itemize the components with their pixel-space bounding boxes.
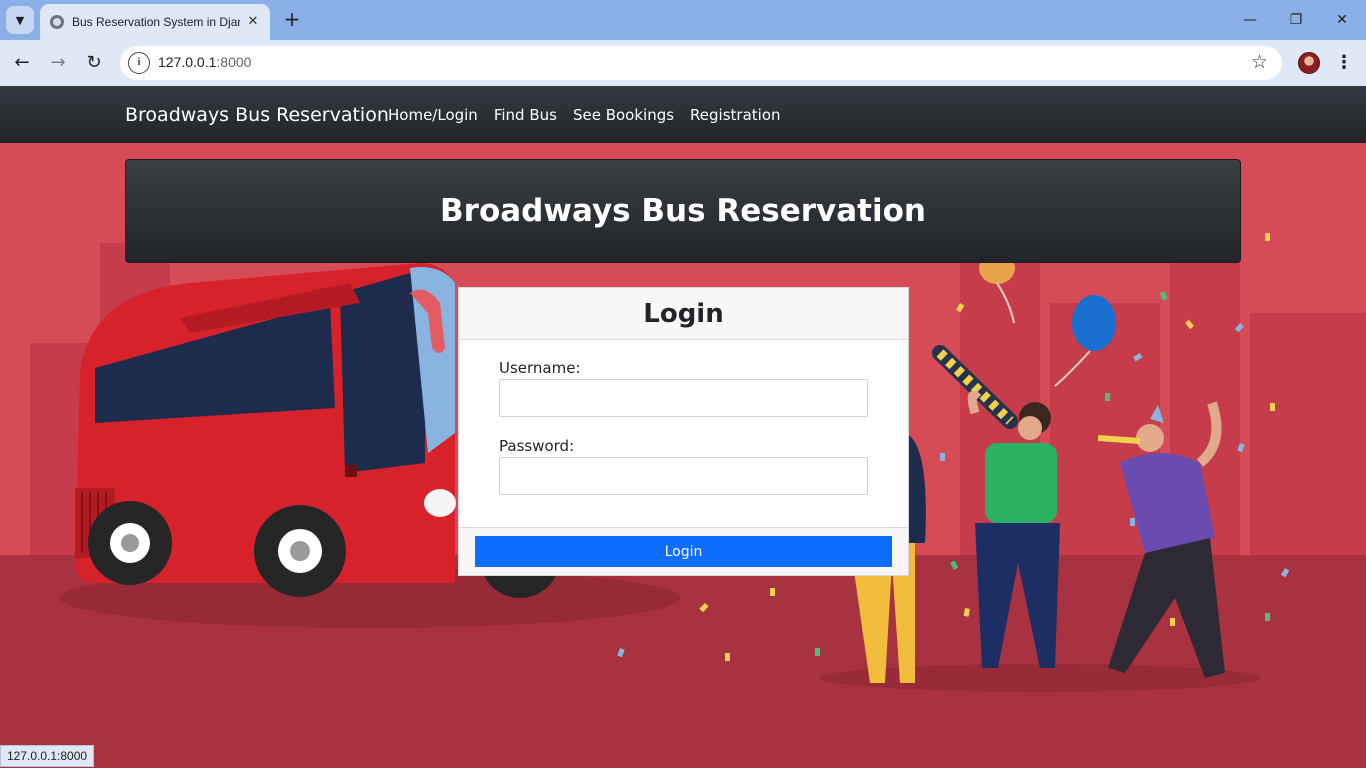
tab-search-button[interactable]: ▼ [6,6,34,34]
close-window-button[interactable]: ✕ [1330,8,1354,32]
nav-link-see-bookings[interactable]: See Bookings [573,106,674,124]
forward-button[interactable]: → [44,49,72,77]
new-tab-button[interactable]: + [280,8,304,32]
close-tab-icon[interactable]: ✕ [244,13,262,31]
navbar-brand[interactable]: Broadways Bus Reservation [125,104,389,126]
login-card-footer: Login [459,527,908,575]
hero-title: Broadways Bus Reservation [440,193,926,229]
password-label: Password: [499,437,575,455]
restore-button[interactable]: ❐ [1284,8,1308,32]
nav-link-home-login[interactable]: Home/Login [388,106,478,124]
back-button[interactable]: ← [8,49,36,77]
login-card: Login Username: Password: Login [458,287,909,576]
password-input[interactable] [499,457,868,495]
login-button[interactable]: Login [475,536,892,567]
navbar-links: Home/Login Find Bus See Bookings Registr… [388,106,781,124]
username-label: Username: [499,359,581,377]
bookmark-star-icon[interactable]: ☆ [1251,51,1268,73]
minimize-button[interactable]: — [1238,8,1262,32]
nav-link-find-bus[interactable]: Find Bus [494,106,557,124]
url-text: 127.0.0.1:8000 [158,54,252,70]
chevron-down-icon: ▼ [15,13,25,27]
browser-tab[interactable]: Bus Reservation System in Djan ✕ [40,4,270,40]
browser-toolbar: ← → ↻ i 127.0.0.1:8000 ☆ [0,40,1366,86]
browser-tabstrip: ▼ Bus Reservation System in Djan ✕ + — ❐… [0,0,1366,40]
menu-kebab-icon[interactable]: ⋮ [1334,50,1354,76]
hero-banner: Broadways Bus Reservation [125,159,1241,263]
login-title: Login [643,299,724,329]
nav-link-registration[interactable]: Registration [690,106,780,124]
site-navbar: Broadways Bus Reservation Home/Login Fin… [0,86,1366,143]
profile-avatar[interactable] [1298,52,1320,74]
address-bar[interactable]: i 127.0.0.1:8000 ☆ [120,46,1282,80]
tab-title: Bus Reservation System in Djan [72,15,240,29]
status-url-bubble: 127.0.0.1:8000 [0,745,95,767]
site-info-icon[interactable]: i [128,52,150,74]
login-card-header: Login [459,288,908,340]
reload-button[interactable]: ↻ [80,49,108,77]
globe-icon [50,15,64,29]
username-input[interactable] [499,379,868,417]
